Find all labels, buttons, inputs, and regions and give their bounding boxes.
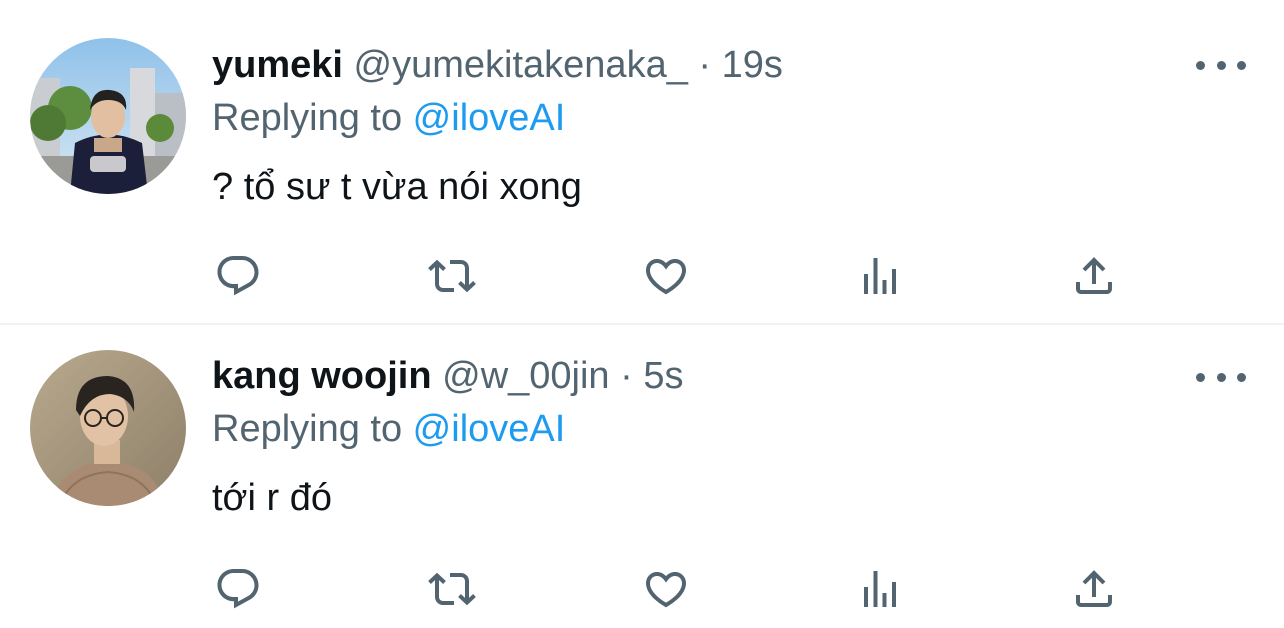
timestamp[interactable]: 19s xyxy=(722,44,783,86)
replying-label: Replying to xyxy=(212,408,413,450)
display-name[interactable]: yumeki xyxy=(212,44,343,86)
heart-icon xyxy=(645,259,687,295)
like-button[interactable] xyxy=(638,248,694,304)
mention-link[interactable]: @iloveAI xyxy=(413,408,566,450)
mention-link[interactable]: @iloveAI xyxy=(413,97,566,139)
share-icon xyxy=(1076,257,1112,294)
tweet-text: ? tổ sư t vừa nói xong xyxy=(212,166,582,208)
user-handle[interactable]: @w_00jin xyxy=(442,355,609,397)
share-icon xyxy=(1076,570,1112,607)
tweet[interactable]: yumeki @yumekitakenaka_ · 19s Replying t… xyxy=(0,0,1284,323)
separator-dot: · xyxy=(698,44,712,86)
tweet[interactable]: kang woojin @w_00jin · 5s Replying to @i… xyxy=(0,325,1284,628)
analytics-icon xyxy=(864,571,896,607)
views-button[interactable] xyxy=(852,248,908,304)
reply-button[interactable] xyxy=(210,248,266,304)
retweet-button[interactable] xyxy=(424,248,480,304)
retweet-icon xyxy=(428,572,476,606)
timestamp[interactable]: 5s xyxy=(643,355,683,397)
retweet-icon xyxy=(428,259,476,293)
like-button[interactable] xyxy=(638,561,694,617)
avatar[interactable] xyxy=(30,350,186,506)
replying-to: Replying to @iloveAI xyxy=(212,404,565,454)
tweet-header: kang woojin @w_00jin · 5s xyxy=(212,351,683,401)
action-bar xyxy=(0,248,1284,304)
heart-icon xyxy=(645,572,687,608)
tweet-header: yumeki @yumekitakenaka_ · 19s xyxy=(212,40,783,90)
more-icon[interactable] xyxy=(1196,50,1246,80)
replying-label: Replying to xyxy=(212,97,413,139)
retweet-button[interactable] xyxy=(424,561,480,617)
display-name[interactable]: kang woojin xyxy=(212,355,432,397)
user-handle[interactable]: @yumekitakenaka_ xyxy=(354,44,688,86)
reply-icon xyxy=(217,569,259,609)
share-button[interactable] xyxy=(1066,248,1122,304)
views-button[interactable] xyxy=(852,561,908,617)
analytics-icon xyxy=(864,258,896,294)
avatar[interactable] xyxy=(30,38,186,194)
action-bar xyxy=(0,561,1284,617)
tweet-text: tới r đó xyxy=(212,477,332,519)
replying-to: Replying to @iloveAI xyxy=(212,93,565,143)
separator-dot: · xyxy=(620,355,633,397)
reply-button[interactable] xyxy=(210,561,266,617)
reply-icon xyxy=(217,256,259,296)
more-icon[interactable] xyxy=(1196,362,1246,392)
share-button[interactable] xyxy=(1066,561,1122,617)
